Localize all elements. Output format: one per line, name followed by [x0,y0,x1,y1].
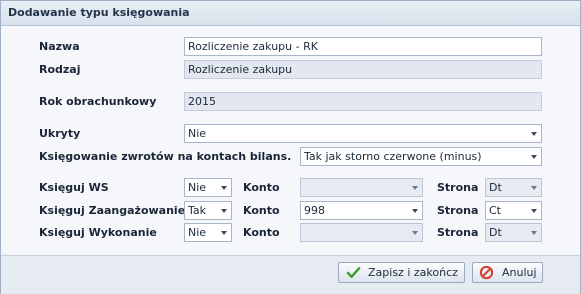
strona-label: Strona [437,226,479,239]
chevron-down-icon [412,186,418,190]
nazwa-label: Nazwa [39,40,80,53]
konto-label: Konto [243,226,280,239]
konto-ws-select [300,178,423,197]
chevron-down-icon[interactable] [221,209,227,213]
chevron-down-icon[interactable] [221,231,227,235]
ksieguj-wykonanie-select[interactable]: Nie [184,223,232,242]
ksieguj-ws-value: Nie [188,181,207,194]
ukryty-label: Ukryty [39,127,81,140]
strona-zaangazowanie-value: Ct [489,204,501,217]
chevron-down-icon [412,231,418,235]
chevron-down-icon[interactable] [531,209,537,213]
cancel-button-label: Anuluj [502,266,537,279]
rok-field: 2015 [184,92,542,111]
ksieguj-wykonanie-label: Księguj Wykonanie [39,226,157,239]
strona-label: Strona [437,181,479,194]
strona-ws-value: Dt [489,181,502,194]
form-body: Nazwa Rozliczenie zakupu - RK Rodzaj Roz… [1,26,580,254]
strona-label: Strona [437,204,479,217]
strona-wykonanie-value: Dt [489,226,502,239]
dialog-titlebar[interactable]: Dodawanie typu księgowania [1,1,580,26]
check-icon [346,267,361,278]
chevron-down-icon[interactable] [412,209,418,213]
ksieguj-zaangazowanie-label: Księguj Zaangażowanie [39,204,186,217]
konto-wykonanie-select [300,223,423,242]
rodzaj-label: Rodzaj [39,63,81,76]
konto-label: Konto [243,181,280,194]
ukryty-value: Nie [188,127,207,140]
chevron-down-icon[interactable] [531,155,537,159]
zwroty-label: Księgowanie zwrotów na kontach bilans. [39,150,292,163]
konto-zaangazowanie-value: 998 [304,204,325,217]
save-button[interactable]: Zapisz i zakończ [338,262,465,283]
chevron-down-icon [531,231,537,235]
rodzaj-field: Rozliczenie zakupu [184,60,542,79]
ksieguj-ws-label: Księguj WS [39,181,109,194]
cancel-icon [479,265,494,280]
strona-zaangazowanie-select[interactable]: Ct [485,201,542,220]
strona-wykonanie-select: Dt [485,223,542,242]
dialog-footer: Zapisz i zakończ Anuluj [1,255,580,294]
ksieguj-zaangazowanie-value: Tak [188,204,207,217]
cancel-button[interactable]: Anuluj [472,262,543,283]
chevron-down-icon[interactable] [531,132,537,136]
konto-label: Konto [243,204,280,217]
zwroty-select[interactable]: Tak jak storno czerwone (minus) [300,147,542,166]
rok-label: Rok obrachunkowy [39,95,157,108]
save-button-label: Zapisz i zakończ [368,266,458,279]
ksieguj-wykonanie-value: Nie [188,226,207,239]
ksieguj-zaangazowanie-select[interactable]: Tak [184,201,232,220]
konto-zaangazowanie-select[interactable]: 998 [300,201,423,220]
nazwa-input[interactable]: Rozliczenie zakupu - RK [184,37,542,56]
strona-ws-select: Dt [485,178,542,197]
ukryty-select[interactable]: Nie [184,124,542,143]
ksieguj-ws-select[interactable]: Nie [184,178,232,197]
dialog-title: Dodawanie typu księgowania [8,6,190,19]
dialog-window: Dodawanie typu księgowania Nazwa Rozlicz… [0,0,581,294]
zwroty-value: Tak jak storno czerwone (minus) [304,150,482,163]
chevron-down-icon[interactable] [221,186,227,190]
chevron-down-icon [531,186,537,190]
